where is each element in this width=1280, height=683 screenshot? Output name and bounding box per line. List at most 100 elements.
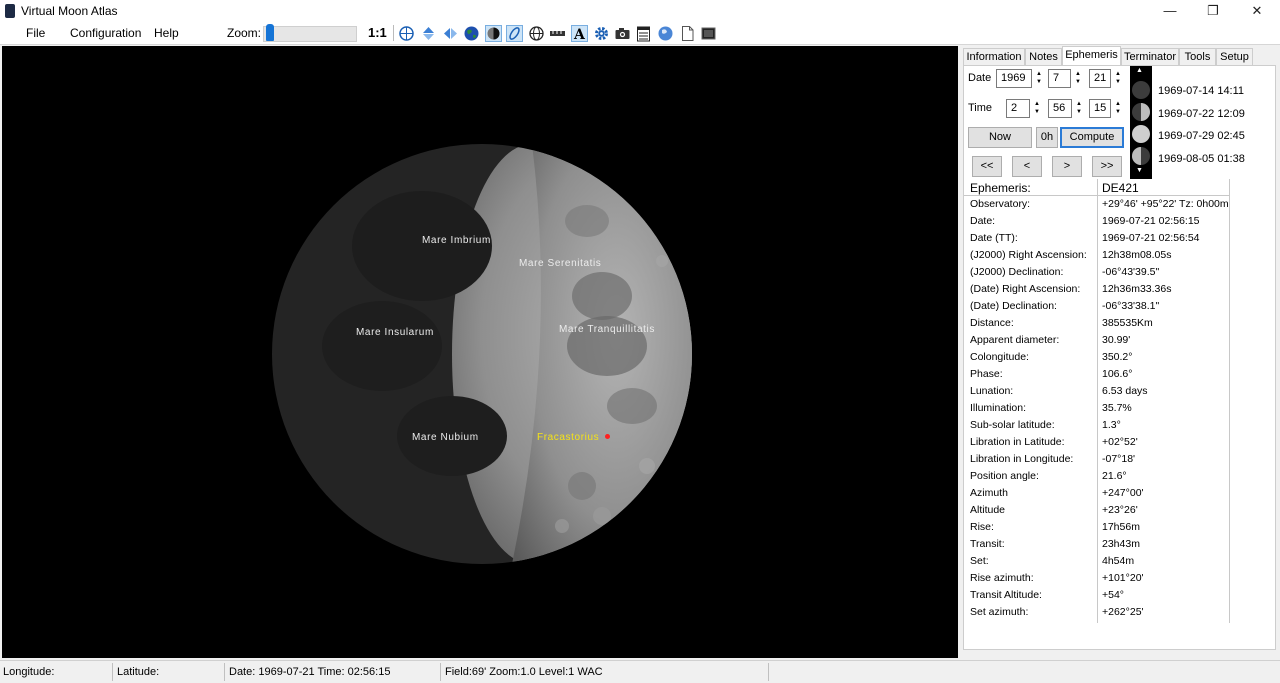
table-row[interactable]: (J2000) Declination: -06°43'39.5" (964, 264, 1230, 281)
minimize-button[interactable]: — (1150, 2, 1190, 20)
settings-gear-icon[interactable] (593, 25, 610, 42)
table-row[interactable]: Set: 4h54m (964, 553, 1230, 570)
minute-arrows[interactable]: ▲ ▼ (1074, 100, 1084, 117)
table-row[interactable]: Transit: 23h43m (964, 536, 1230, 553)
zero-hour-button[interactable]: 0h (1036, 127, 1058, 148)
tab-tools[interactable]: Tools (1179, 48, 1216, 65)
table-row[interactable]: (Date) Declination: -06°33'38.1" (964, 298, 1230, 315)
row-key: Rise: (970, 521, 994, 533)
table-row[interactable]: Transit Altitude: +54° (964, 587, 1230, 604)
table-row[interactable]: (J2000) Right Ascension: 12h38m08.05s (964, 247, 1230, 264)
compute-button[interactable]: Compute (1060, 127, 1124, 148)
year-field[interactable]: 1969 (996, 69, 1032, 88)
menu-help[interactable]: Help (154, 26, 179, 40)
new-moon-icon (1132, 81, 1150, 99)
table-row[interactable]: Sub-solar latitude: 1.3° (964, 417, 1230, 434)
flip-horizontal-icon[interactable] (442, 25, 459, 42)
table-row[interactable]: Apparent diameter: 30.99' (964, 332, 1230, 349)
ephemeris-panel: Date 1969 ▲ ▼ 7 ▲ ▼ 21 ▲ ▼ Time 2 ▲ ▼ 56 ▲ ▼ … (963, 65, 1276, 650)
month-field[interactable]: 7 (1048, 69, 1071, 88)
table-row[interactable]: Phase: 106.6° (964, 366, 1230, 383)
table-row[interactable]: Position angle: 21.6° (964, 468, 1230, 485)
second-arrows[interactable]: ▲ ▼ (1113, 100, 1123, 117)
libration-icon[interactable] (506, 25, 523, 42)
zoom-slider[interactable] (263, 26, 357, 42)
table-row[interactable]: Rise: 17h56m (964, 519, 1230, 536)
table-row[interactable]: Azimuth +247°00' (964, 485, 1230, 502)
tab-information[interactable]: Information (963, 48, 1025, 65)
tab-terminator[interactable]: Terminator (1121, 48, 1179, 65)
row-key: Phase: (970, 368, 1003, 380)
table-row[interactable]: Set azimuth: +262°25' (964, 604, 1230, 621)
label-mare-nubium[interactable]: Mare Nubium (412, 432, 479, 443)
flip-vertical-icon[interactable] (420, 25, 437, 42)
zoom-slider-thumb[interactable] (266, 24, 274, 41)
hour-field[interactable]: 2 (1006, 99, 1030, 118)
table-row[interactable]: Libration in Longitude: -07°18' (964, 451, 1230, 468)
earth-view-icon[interactable] (657, 25, 674, 42)
zoom-1to1-button[interactable]: 1:1 (368, 25, 387, 40)
menu-configuration[interactable]: Configuration (70, 26, 141, 40)
table-row[interactable]: Lunation: 6.53 days (964, 383, 1230, 400)
row-value: 12h36m33.36s (1102, 283, 1172, 295)
nav-prev-button[interactable]: < (1012, 156, 1042, 177)
label-mare-insularum[interactable]: Mare Insularum (356, 327, 434, 338)
status-latitude: Latitude: (117, 666, 160, 678)
row-key: Position angle: (970, 470, 1039, 482)
scale-bar-icon[interactable] (549, 25, 566, 42)
restore-button[interactable]: ❐ (1193, 2, 1233, 20)
tab-notes[interactable]: Notes (1025, 48, 1062, 65)
nav-first-button[interactable]: << (972, 156, 1002, 177)
label-mare-imbrium[interactable]: Mare Imbrium (422, 235, 491, 246)
table-row[interactable]: Colongitude: 350.2° (964, 349, 1230, 366)
row-key: (Date) Right Ascension: (970, 283, 1081, 295)
menu-file[interactable]: File (26, 26, 45, 40)
label-mare-tranquillitatis[interactable]: Mare Tranquillitatis (559, 324, 655, 335)
day-arrows[interactable]: ▲ ▼ (1113, 70, 1123, 87)
earth-icon[interactable] (463, 25, 480, 42)
table-row[interactable]: Date: 1969-07-21 02:56:15 (964, 213, 1230, 230)
row-key: Date (TT): (970, 232, 1018, 244)
label-mare-serenitatis[interactable]: Mare Serenitatis (519, 258, 601, 269)
camera-icon[interactable] (614, 25, 631, 42)
nav-last-button[interactable]: >> (1092, 156, 1122, 177)
grid-globe-icon[interactable] (398, 25, 415, 42)
table-row[interactable]: Libration in Latitude: +02°52' (964, 434, 1230, 451)
phase-scroll-up-icon[interactable]: ▲ (1136, 67, 1143, 74)
calendar-icon[interactable] (635, 25, 652, 42)
minute-field[interactable]: 56 (1048, 99, 1072, 118)
last-quarter-icon (1132, 147, 1150, 165)
label-fracastorius[interactable]: Fracastorius (537, 432, 599, 443)
tab-ephemeris[interactable]: Ephemeris (1062, 46, 1121, 66)
tab-setup[interactable]: Setup (1216, 48, 1253, 65)
now-button[interactable]: Now (968, 127, 1032, 148)
moon-map-view[interactable]: Mare Imbrium Mare Serenitatis Mare Insul… (2, 46, 958, 658)
table-row[interactable]: Rise azimuth: +101°20' (964, 570, 1230, 587)
table-row[interactable]: Observatory: +29°46' +95°22' Tz: 0h00m (964, 196, 1230, 213)
row-key: Transit Altitude: (970, 589, 1042, 601)
table-row[interactable]: Distance: 385535Km (964, 315, 1230, 332)
row-key: Set azimuth: (970, 606, 1029, 618)
phase-strip[interactable]: ▲ ▼ (1130, 66, 1152, 179)
dark-display-icon[interactable] (700, 25, 717, 42)
phase-scroll-down-icon[interactable]: ▼ (1136, 167, 1143, 174)
second-field[interactable]: 15 (1089, 99, 1111, 118)
row-value: +262°25' (1102, 606, 1144, 618)
hour-arrows[interactable]: ▲ ▼ (1032, 100, 1042, 117)
table-row[interactable]: Illumination: 35.7% (964, 400, 1230, 417)
labels-icon[interactable]: A (571, 25, 588, 43)
nav-next-button[interactable]: > (1052, 156, 1082, 177)
table-row[interactable]: (Date) Right Ascension: 12h36m33.36s (964, 281, 1230, 298)
globe-grid-icon[interactable] (528, 25, 545, 42)
table-row[interactable]: Altitude +23°26' (964, 502, 1230, 519)
close-button[interactable]: ✕ (1237, 2, 1277, 20)
year-arrows[interactable]: ▲ ▼ (1034, 70, 1044, 87)
month-arrows[interactable]: ▲ ▼ (1073, 70, 1083, 87)
row-key: (Date) Declination: (970, 300, 1057, 312)
row-value: -06°43'39.5" (1102, 266, 1160, 278)
table-row[interactable]: Date (TT): 1969-07-21 02:56:54 (964, 230, 1230, 247)
moon-phase-icon[interactable] (485, 25, 502, 42)
document-icon[interactable] (679, 25, 696, 42)
day-field[interactable]: 21 (1089, 69, 1111, 88)
row-value: +247°00' (1102, 487, 1144, 499)
